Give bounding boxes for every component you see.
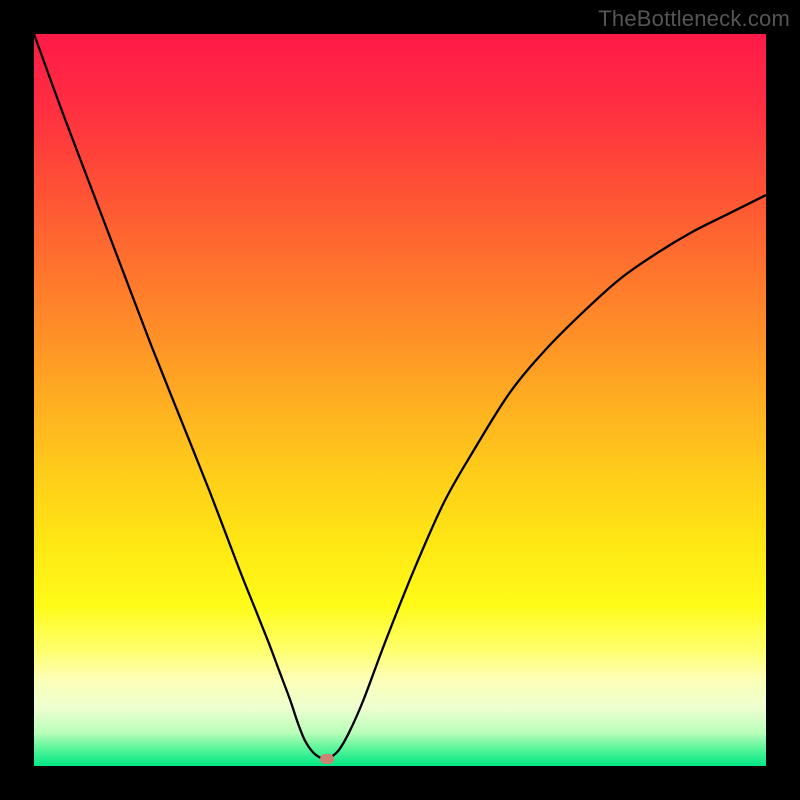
watermark-text: TheBottleneck.com (598, 6, 790, 32)
chart-container: TheBottleneck.com (0, 0, 800, 800)
bottleneck-curve (34, 34, 766, 766)
plot-area (34, 34, 766, 766)
optimal-point-marker (320, 754, 334, 764)
